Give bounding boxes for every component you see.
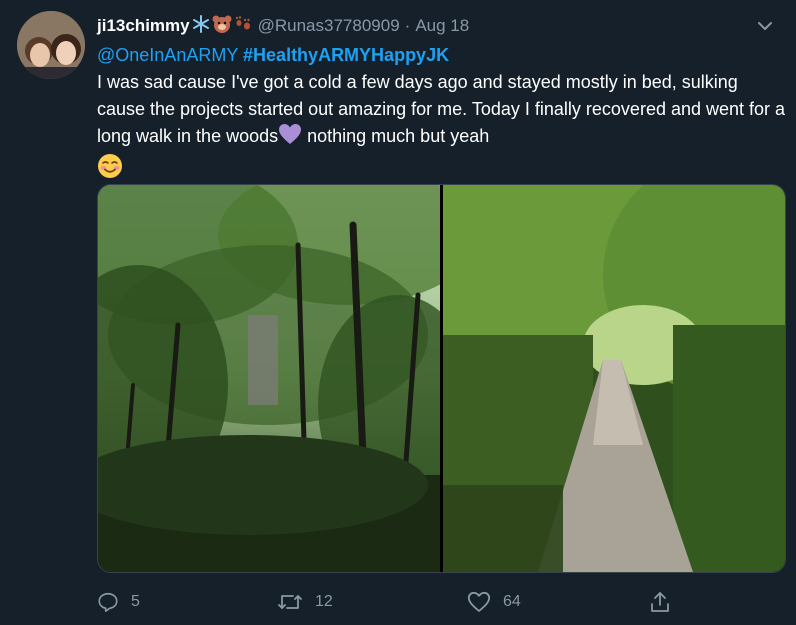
avatar[interactable] — [17, 11, 85, 79]
display-name[interactable]: ji13chimmy — [97, 16, 190, 36]
tweet-body-part2: nothing much but yeah — [302, 126, 490, 146]
tweet-media — [97, 184, 786, 573]
more-options-chevron-down-icon[interactable] — [754, 15, 776, 37]
heart-icon — [467, 591, 491, 612]
forest-path-photo[interactable] — [443, 185, 785, 572]
handle[interactable]: @Runas37780909 — [258, 16, 400, 36]
reply-count: 5 — [131, 593, 140, 610]
reply-icon — [98, 592, 118, 612]
tweet-actions: 5 12 64 — [97, 591, 677, 621]
mention-link[interactable]: @OneInAnARMY — [97, 45, 238, 65]
like-button[interactable]: 64 — [467, 591, 521, 613]
retweet-icon — [278, 595, 302, 609]
bear-emoji-icon — [212, 15, 232, 37]
snowflake-emoji-icon — [192, 15, 210, 37]
smiling-face-emoji-icon — [97, 153, 123, 187]
hashtag-link[interactable]: #HealthyARMYHappyJK — [243, 45, 449, 65]
tweet-header: ji13chimmy @Runas37780909 · Aug 18 — [97, 13, 776, 39]
paw-prints-emoji-icon — [234, 15, 252, 37]
share-button[interactable] — [649, 591, 683, 613]
reply-button[interactable]: 5 — [97, 591, 140, 613]
separator-dot: · — [404, 16, 411, 35]
retweet-button[interactable]: 12 — [277, 591, 333, 613]
like-count: 64 — [503, 593, 521, 610]
retweet-count: 12 — [315, 593, 333, 610]
tweet: ji13chimmy @Runas37780909 · Aug 18 @OneI… — [0, 0, 796, 625]
purple-heart-emoji-icon — [278, 123, 302, 153]
forest-trees-photo[interactable] — [98, 185, 440, 572]
tweet-text: @OneInAnARMY #HealthyARMYHappyJK I was s… — [97, 42, 787, 187]
share-icon — [651, 592, 669, 612]
tweet-date[interactable]: Aug 18 — [415, 16, 469, 36]
